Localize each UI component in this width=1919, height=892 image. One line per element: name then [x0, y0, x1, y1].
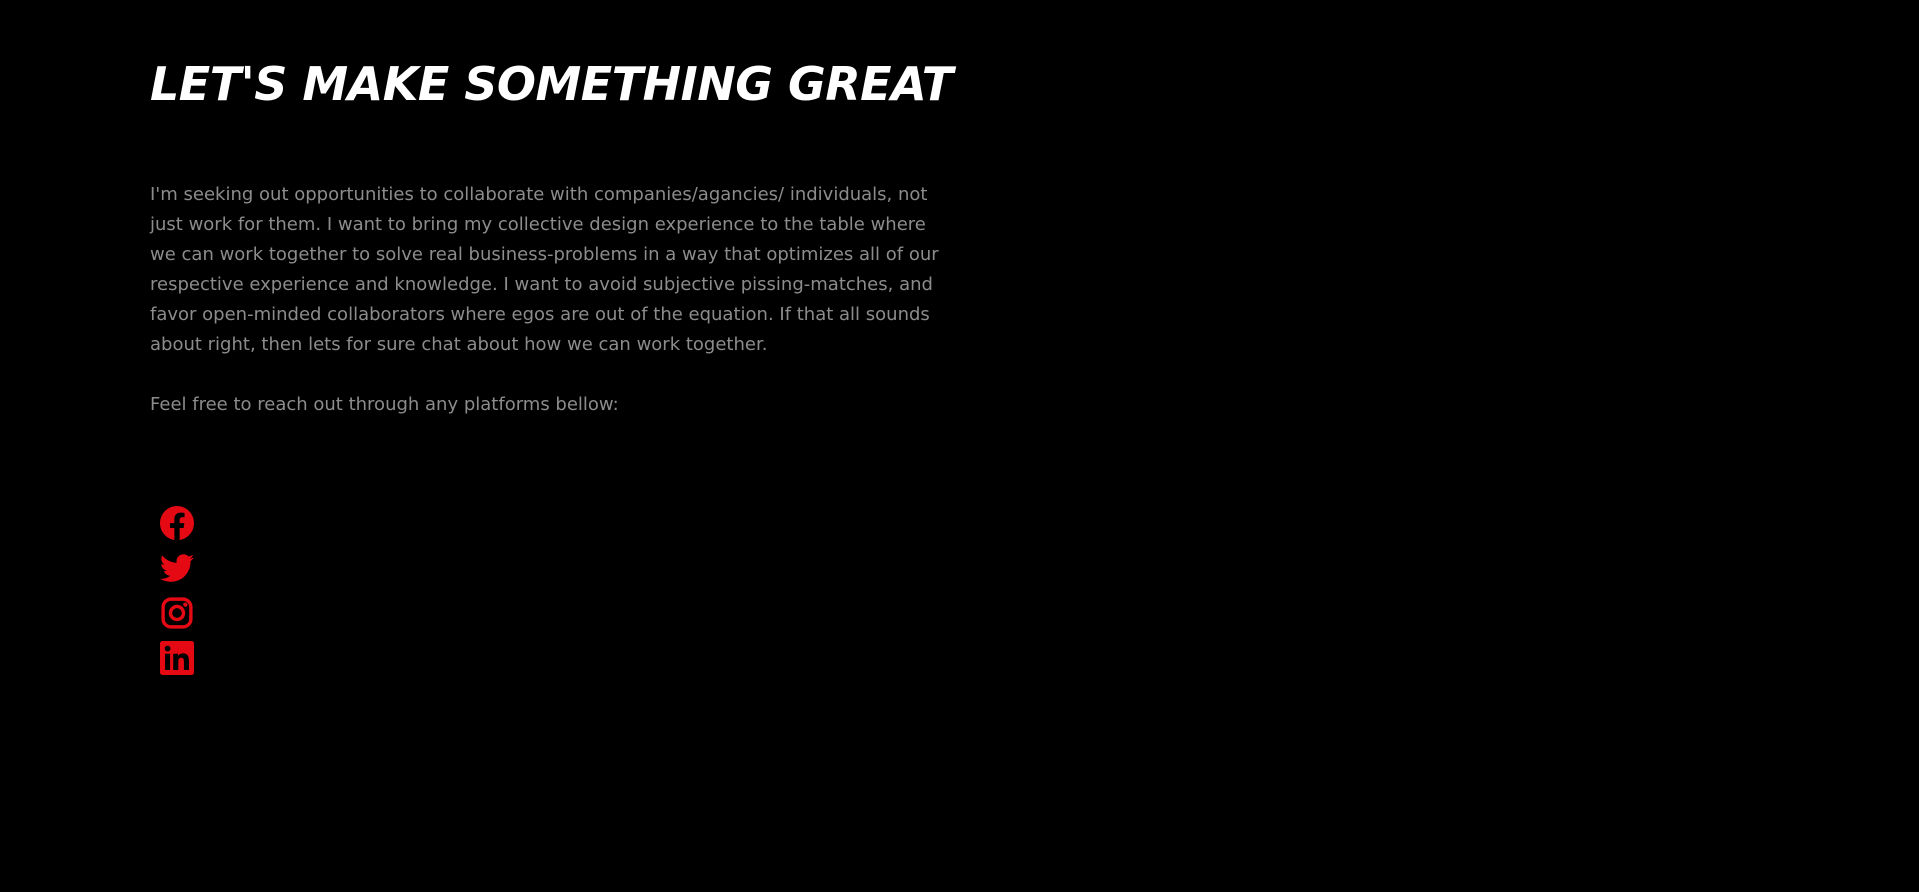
instagram-link[interactable]	[160, 596, 194, 630]
linkedin-icon	[160, 641, 194, 675]
twitter-icon	[160, 554, 194, 582]
contact-section: LET'S MAKE SOMETHING GREAT I'm seeking o…	[150, 52, 953, 420]
twitter-link[interactable]	[160, 551, 194, 585]
facebook-link[interactable]	[160, 506, 194, 540]
facebook-icon	[160, 506, 194, 540]
linkedin-link[interactable]	[160, 641, 194, 675]
contact-page: LET'S MAKE SOMETHING GREAT I'm seeking o…	[0, 0, 1919, 892]
intro-paragraph: I'm seeking out opportunities to collabo…	[150, 184, 939, 355]
social-links	[160, 506, 194, 686]
reach-out-text: Feel free to reach out through any platf…	[150, 394, 619, 415]
page-title: LET'S MAKE SOMETHING GREAT	[150, 57, 953, 111]
instagram-icon	[161, 597, 193, 629]
